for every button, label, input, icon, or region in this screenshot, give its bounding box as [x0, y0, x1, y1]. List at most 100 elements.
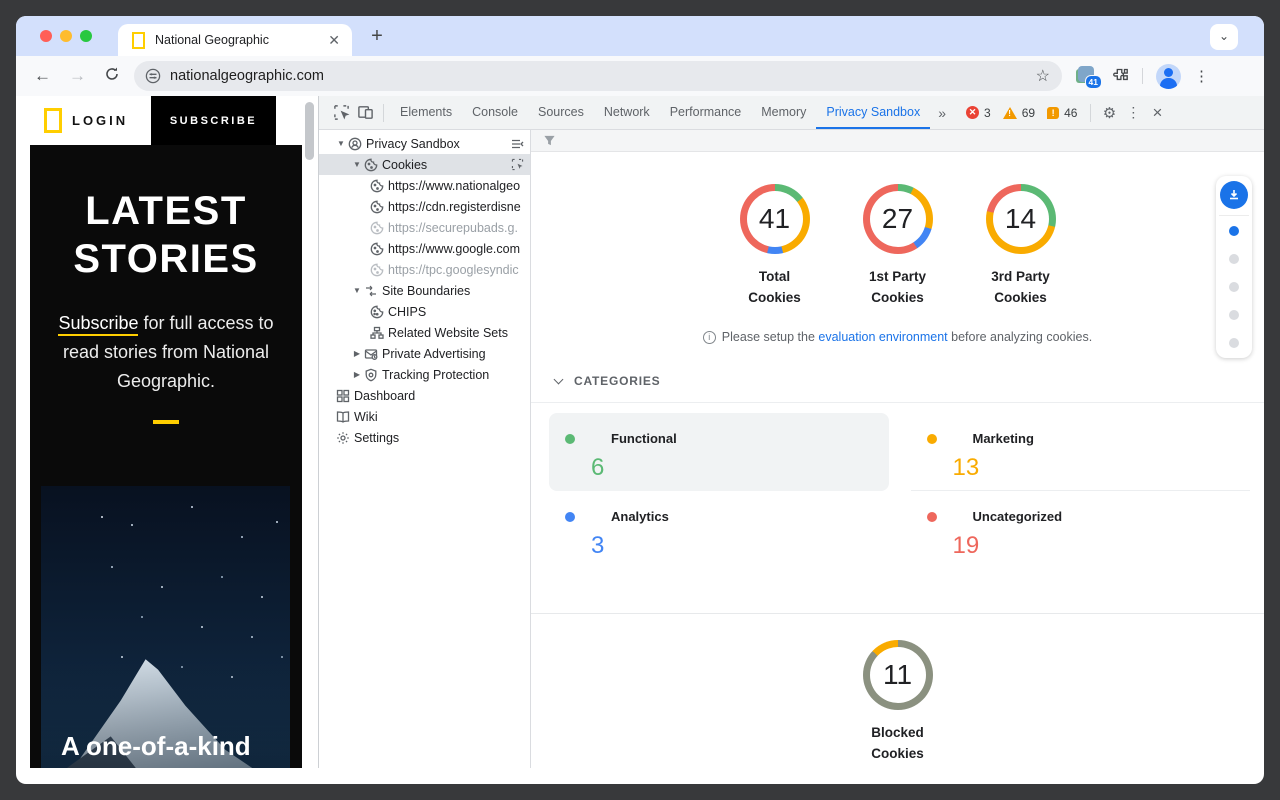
issues-count[interactable]: 46 [1064, 106, 1077, 120]
tree-url-google[interactable]: https://www.google.com [319, 238, 530, 259]
tabbar-divider-right [1090, 104, 1091, 122]
devtools-tabbar: Elements Console Sources Network Perform… [319, 96, 1264, 130]
warning-icon [1003, 107, 1017, 119]
inspect-element-icon[interactable] [329, 101, 353, 125]
third-party-donut: 14 [986, 184, 1056, 254]
cookie-icon [369, 199, 385, 215]
extensions-puzzle-icon[interactable] [1111, 65, 1129, 88]
page-scrollbar-thumb[interactable] [305, 102, 314, 160]
filter-funnel-icon[interactable] [543, 134, 556, 147]
tree-site-boundaries[interactable]: ▼ Site Boundaries [319, 280, 530, 301]
cookies-landing-panel: 41 Total Cookies 27 [531, 152, 1264, 768]
subscribe-button[interactable]: SUBSCRIBE [151, 96, 276, 145]
minimize-window-button[interactable] [60, 30, 72, 42]
forward-button[interactable]: → [69, 66, 86, 86]
tree-url-googlesyndication[interactable]: https://tpc.googlesyndic [319, 259, 530, 280]
category-analytics[interactable]: Analytics 3 [549, 491, 889, 613]
browser-tab[interactable]: National Geographic ✕ [118, 24, 352, 56]
tab-elements[interactable]: Elements [390, 96, 462, 129]
settings-gear-icon [335, 430, 351, 446]
maximize-window-button[interactable] [80, 30, 92, 42]
site-body: LATEST STORIES Subscribe for full access… [30, 145, 302, 768]
tab-performance[interactable]: Performance [660, 96, 752, 129]
collapsed-arrow-icon[interactable]: ▶ [351, 349, 363, 358]
section-dot-5[interactable] [1229, 338, 1239, 348]
story-title[interactable]: A one-of-a-kind journey into the Amazon [61, 724, 280, 768]
device-toolbar-icon[interactable] [353, 101, 377, 125]
section-dot-1[interactable] [1229, 226, 1239, 236]
browser-menu-icon[interactable]: ⋮ [1194, 67, 1209, 85]
tree-tracking-protection[interactable]: ▶ Tracking Protection [319, 364, 530, 385]
toolbar-right: 41 ⋮ [1076, 64, 1209, 89]
new-tab-button[interactable]: + [364, 23, 390, 49]
tree-settings[interactable]: Settings [319, 427, 530, 448]
cookie-extension-icon[interactable]: 41 [1076, 66, 1098, 86]
devtools-menu-icon[interactable]: ⋮ [1121, 101, 1145, 125]
login-link[interactable]: LOGIN [72, 113, 128, 128]
error-count[interactable]: 3 [984, 106, 991, 120]
tree-url-nationalgeographic[interactable]: https://www.nationalgeo [319, 175, 530, 196]
url-text[interactable]: nationalgeographic.com [170, 68, 324, 84]
category-uncategorized[interactable]: Uncategorized 19 [911, 491, 1251, 613]
back-button[interactable]: ← [34, 66, 51, 86]
tree-dashboard[interactable]: Dashboard [319, 385, 530, 406]
tree-privacy-sandbox[interactable]: ▼ Privacy Sandbox [319, 133, 530, 154]
tree-related-website-sets[interactable]: Related Website Sets [319, 322, 530, 343]
collapsed-arrow-icon[interactable]: ▶ [351, 370, 363, 379]
category-functional[interactable]: Functional 6 [549, 413, 889, 491]
browser-window: National Geographic ✕ + ⌄ ← → nationalge… [16, 16, 1264, 784]
more-tabs-icon[interactable]: » [930, 105, 954, 121]
tab-console[interactable]: Console [462, 96, 528, 129]
section-dot-4[interactable] [1229, 310, 1239, 320]
first-party-cookies-chart: 27 1st Party Cookies [836, 184, 959, 308]
blocked-cookies-donut: 11 [863, 640, 933, 710]
tab-search-chevron-icon[interactable]: ⌄ [1210, 24, 1238, 50]
tree-chips[interactable]: CHIPS [319, 301, 530, 322]
download-report-button[interactable] [1220, 181, 1248, 209]
devtools-close-icon[interactable]: × [1145, 101, 1169, 125]
tab-privacy-sandbox[interactable]: Privacy Sandbox [816, 96, 930, 129]
reload-button[interactable] [104, 66, 120, 87]
tree-url-registerdisney[interactable]: https://cdn.registerdisne [319, 196, 530, 217]
warning-count[interactable]: 69 [1022, 106, 1035, 120]
functional-dot [565, 434, 575, 444]
close-window-button[interactable] [40, 30, 52, 42]
tree-wiki[interactable]: Wiki [319, 406, 530, 427]
expand-arrow-icon[interactable]: ▼ [351, 286, 363, 295]
tree-cookies[interactable]: ▼ Cookies [319, 154, 530, 175]
tab-close-icon[interactable]: ✕ [328, 32, 340, 49]
extension-badge: 41 [1085, 75, 1102, 89]
section-dot-3[interactable] [1229, 282, 1239, 292]
element-picker-icon[interactable] [511, 158, 524, 171]
profile-avatar[interactable] [1156, 64, 1181, 89]
tab-sources[interactable]: Sources [528, 96, 594, 129]
tabbar-divider [383, 104, 384, 122]
story-card[interactable]: A one-of-a-kind journey into the Amazon [41, 486, 290, 768]
expand-arrow-icon[interactable]: ▼ [351, 160, 363, 169]
book-icon [335, 409, 351, 425]
bookmark-star-icon[interactable]: ☆ [1036, 66, 1050, 86]
section-dot-2[interactable] [1229, 254, 1239, 264]
total-cookies-chart: 41 Total Cookies [713, 184, 836, 308]
error-icon: ✕ [966, 106, 979, 119]
tree-private-advertising[interactable]: ▶ Private Advertising [319, 343, 530, 364]
subscribe-text-link[interactable]: Subscribe [58, 313, 138, 336]
collapse-sidebar-icon[interactable] [510, 137, 524, 151]
window-controls [40, 30, 92, 42]
privacy-sandbox-main: 41 Total Cookies 27 [531, 130, 1264, 768]
devtools-settings-icon[interactable]: ⚙ [1097, 101, 1121, 125]
expand-arrow-icon[interactable]: ▼ [335, 139, 347, 148]
tab-memory[interactable]: Memory [751, 96, 816, 129]
address-bar[interactable]: nationalgeographic.com ☆ [134, 61, 1062, 91]
evaluation-environment-link[interactable]: evaluation environment [818, 330, 947, 344]
category-marketing[interactable]: Marketing 13 [911, 413, 1251, 491]
tab-network[interactable]: Network [594, 96, 660, 129]
first-party-donut: 27 [863, 184, 933, 254]
setup-note: i Please setup the evaluation environmen… [531, 330, 1264, 344]
site-settings-icon[interactable] [145, 68, 161, 84]
natgeo-favicon-icon [132, 32, 145, 49]
natgeo-logo[interactable] [44, 108, 62, 133]
tree-url-securepubads[interactable]: https://securepubads.g. [319, 217, 530, 238]
site-header: LOGIN SUBSCRIBE [30, 96, 302, 145]
categories-header[interactable]: CATEGORIES [531, 374, 1264, 403]
